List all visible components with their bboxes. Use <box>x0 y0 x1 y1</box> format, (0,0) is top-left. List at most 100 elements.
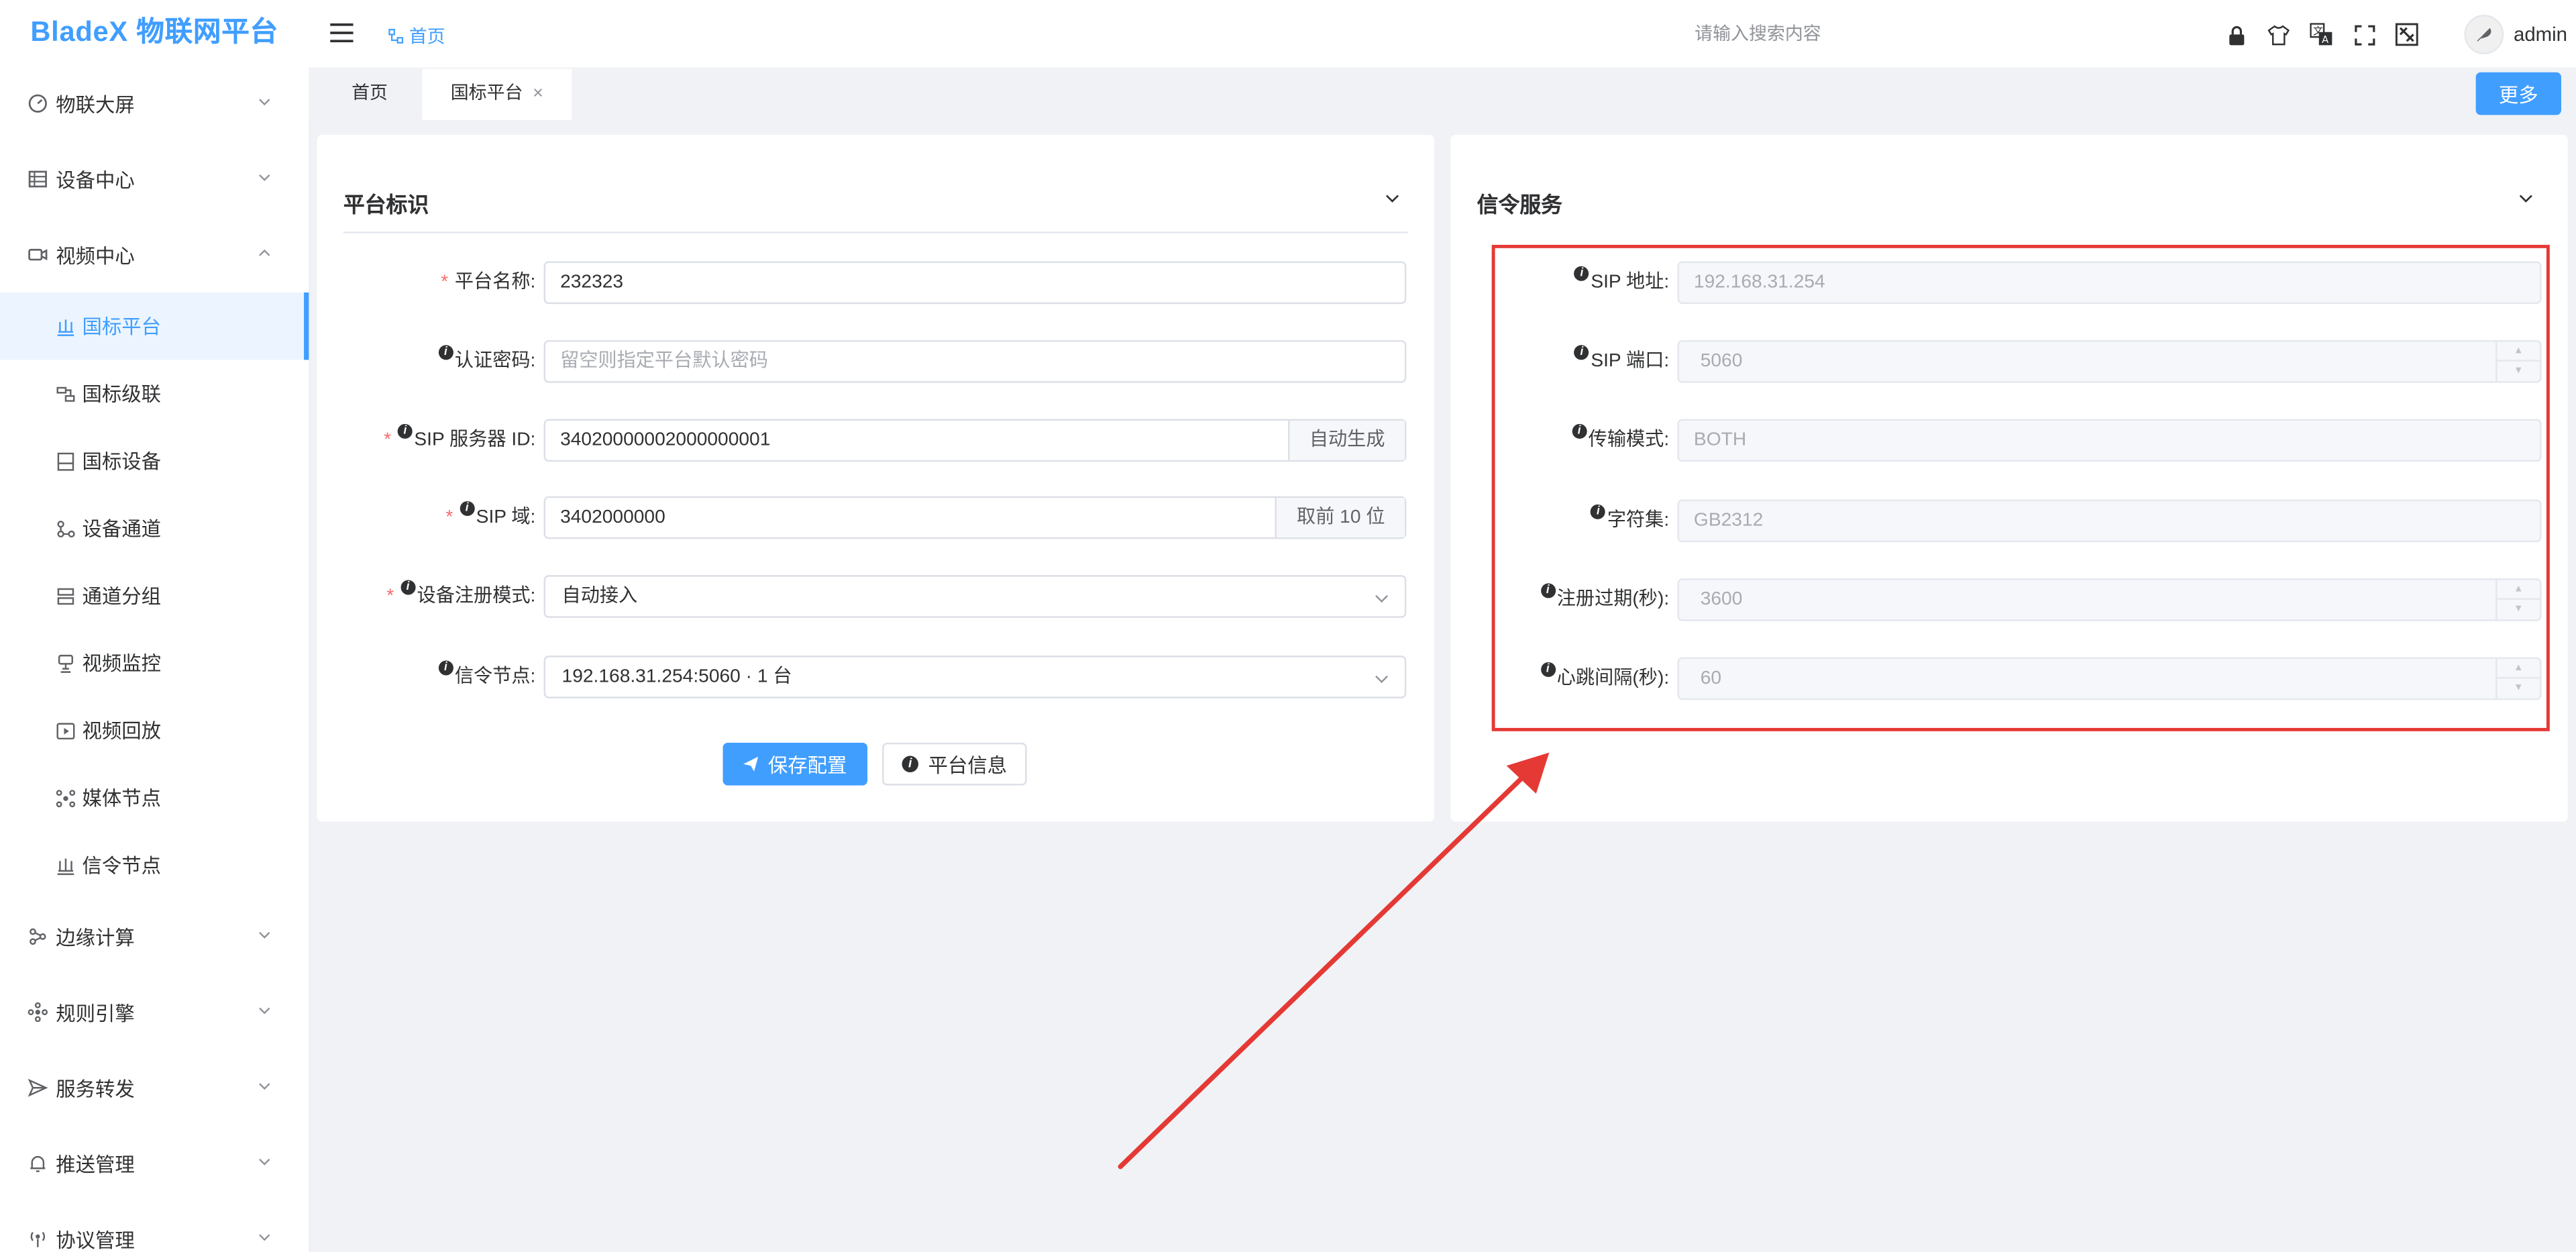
charset-label: i 字符集: <box>1591 499 1669 542</box>
auth-password-field[interactable] <box>543 340 1407 383</box>
menu-label: 视频中心 <box>56 244 135 267</box>
platform-info-button[interactable]: i 平台信息 <box>882 742 1027 786</box>
menu-item-rule-engine[interactable]: 规则引擎 <box>0 974 309 1050</box>
chevron-down-icon <box>259 174 270 181</box>
sidebar-item-label: 国标平台 <box>82 315 162 339</box>
required-mark: * <box>445 507 453 528</box>
menu-item-video-center[interactable]: 视频中心 <box>0 217 309 293</box>
tab-home[interactable]: 首页 <box>325 69 414 120</box>
app-logo[interactable]: BladeX 物联网平台 <box>0 0 309 66</box>
sidebar-item-gb-cascade[interactable]: 国标级联 <box>0 360 309 427</box>
menu-item-protocol-management[interactable]: 协议管理 <box>0 1201 309 1252</box>
sip-address-field <box>1677 261 2542 305</box>
info-icon[interactable]: i <box>1540 662 1556 677</box>
label-text: SIP 域: <box>476 507 536 528</box>
sidebar-item-media-node[interactable]: 媒体节点 <box>0 764 309 831</box>
search-input[interactable] <box>1557 13 1959 56</box>
sip-server-id-input[interactable] <box>545 420 1269 460</box>
sidebar-item-video-monitor[interactable]: 视频监控 <box>0 629 309 696</box>
platform-name-field[interactable] <box>543 261 1407 305</box>
label-text: 字符集: <box>1607 511 1670 531</box>
user-menu[interactable]: admin <box>2464 15 2567 54</box>
sip-server-id-label: * i SIP 服务器 ID: <box>384 419 535 462</box>
sidebar-item-signal-node[interactable]: 信令节点 <box>0 831 309 898</box>
required-mark: * <box>386 586 394 607</box>
sip-server-id-field[interactable]: 自动生成 <box>543 419 1407 462</box>
stepper-controls: ▲ ▼ <box>2496 659 2540 698</box>
breadcrumb[interactable]: 首页 <box>388 23 445 49</box>
sip-domain-field[interactable]: 取前 10 位 <box>543 496 1407 539</box>
menu-label: 规则引擎 <box>56 1001 135 1025</box>
sidebar-item-gb-platform[interactable]: 国标平台 <box>0 292 309 360</box>
collapse-icon[interactable] <box>2517 189 2535 207</box>
sidebar: BladeX 物联网平台 物联大屏 设备中心 视频中心 国标平台 国标级联 国标… <box>0 0 311 1252</box>
heartbeat-input <box>1678 659 2540 698</box>
info-icon[interactable]: i <box>460 501 475 516</box>
avatar-feather-icon <box>2477 28 2491 42</box>
platform-icon <box>56 316 75 335</box>
info-icon[interactable]: i <box>1572 423 1587 439</box>
stepper-controls: ▲ ▼ <box>2496 580 2540 620</box>
protocol-icon <box>28 1229 48 1249</box>
info-icon[interactable]: i <box>1574 345 1589 360</box>
menu-item-service-forward[interactable]: 服务转发 <box>0 1050 309 1126</box>
increment-icon: ▲ <box>2497 580 2540 600</box>
username: admin <box>2513 23 2568 46</box>
info-icon[interactable]: i <box>1574 266 1589 281</box>
sidebar-item-label: 信令节点 <box>82 854 162 878</box>
screen-tool-icon[interactable] <box>2394 21 2420 48</box>
auth-password-input[interactable] <box>545 342 1405 382</box>
lock-icon[interactable] <box>2222 21 2249 48</box>
avatar[interactable] <box>2464 15 2504 54</box>
info-icon[interactable]: i <box>400 580 416 595</box>
register-mode-select[interactable]: 自动接入 <box>543 575 1407 618</box>
sidebar-item-label: 视频回放 <box>82 719 162 743</box>
save-config-button[interactable]: 保存配置 <box>722 742 868 786</box>
register-mode-label-row: * i 设备注册模式: <box>317 575 535 618</box>
signal-node-icon <box>56 855 75 875</box>
collapse-icon[interactable] <box>1383 189 1401 207</box>
hamburger-menu-icon[interactable] <box>329 21 355 44</box>
signal-node-select[interactable]: 192.168.31.254:5060 · 1 台 <box>543 656 1407 698</box>
chevron-down-icon <box>259 1007 270 1014</box>
menu-item-edge-computing[interactable]: 边缘计算 <box>0 899 309 975</box>
platform-name-input[interactable] <box>545 262 1405 303</box>
cascade-icon <box>56 384 75 403</box>
close-icon[interactable]: × <box>533 84 543 103</box>
menu-item-dashboard[interactable]: 物联大屏 <box>0 66 309 142</box>
theme-icon[interactable] <box>2265 21 2292 48</box>
menu-item-push-management[interactable]: 推送管理 <box>0 1126 309 1202</box>
chevron-down-icon <box>259 931 270 939</box>
button-label: 平台信息 <box>928 753 1008 777</box>
info-icon: i <box>902 755 918 773</box>
info-icon[interactable]: i <box>438 345 453 360</box>
label-text: SIP 端口: <box>1591 352 1670 372</box>
signal-node-value: 192.168.31.254:5060 · 1 台 <box>561 667 792 687</box>
sip-domain-input[interactable] <box>545 498 1269 537</box>
take-first-10-button[interactable]: 取前 10 位 <box>1275 498 1405 537</box>
sidebar-item-gb-device[interactable]: 国标设备 <box>0 427 309 494</box>
sidebar-item-channel-group[interactable]: 通道分组 <box>0 562 309 629</box>
fullscreen-icon[interactable] <box>2351 21 2377 48</box>
info-icon[interactable]: i <box>1540 583 1556 598</box>
sidebar-item-device-channel[interactable]: 设备通道 <box>0 494 309 562</box>
sip-port-input <box>1678 342 2540 382</box>
heartbeat-label-row: i 心跳间隔(秒): <box>1450 658 1669 700</box>
menu-label: 设备中心 <box>56 168 135 192</box>
tab-gb-platform[interactable]: 国标平台 × <box>422 68 572 120</box>
label-text: 认证密码: <box>454 352 536 372</box>
decrement-icon: ▼ <box>2514 683 2524 694</box>
more-button[interactable]: 更多 <box>2475 72 2561 115</box>
info-icon[interactable]: i <box>397 423 413 439</box>
sidebar-item-video-playback[interactable]: 视频回放 <box>0 696 309 764</box>
menu-item-device-center[interactable]: 设备中心 <box>0 142 309 217</box>
breadcrumb-home[interactable]: 首页 <box>409 23 445 49</box>
video-icon <box>28 245 48 264</box>
info-icon[interactable]: i <box>438 660 453 676</box>
auto-generate-button[interactable]: 自动生成 <box>1288 420 1405 460</box>
label-text: SIP 服务器 ID: <box>414 430 536 451</box>
info-icon[interactable]: i <box>1591 504 1606 519</box>
signal-service-card: 信令服务 iSIP 地址: iSIP 端口: ▲▼ i传输模式: i字符集: i… <box>1450 134 2568 822</box>
language-icon[interactable]: 文A <box>2308 21 2334 48</box>
edge-icon <box>28 927 48 946</box>
